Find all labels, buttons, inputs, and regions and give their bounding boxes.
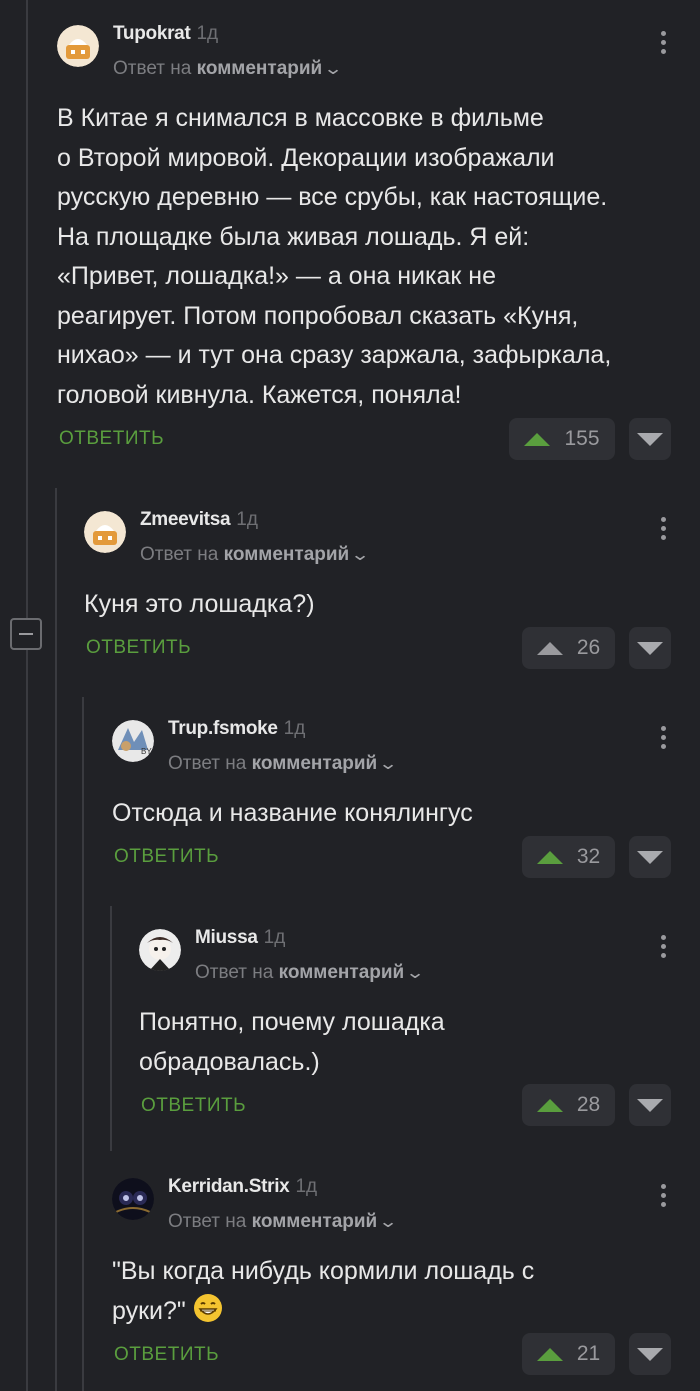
chevron-down-icon: ⌄ — [378, 754, 399, 773]
arrow-up-icon — [536, 1098, 563, 1112]
arrow-up-icon — [524, 432, 551, 446]
arrow-up-icon — [536, 850, 563, 864]
author-name[interactable]: Kerridan.Strix — [168, 1176, 290, 1197]
vote-count: 21 — [576, 1342, 601, 1365]
downvote-button[interactable] — [629, 418, 671, 460]
arrow-up-icon — [536, 1347, 563, 1361]
more-options-icon[interactable] — [661, 1184, 667, 1211]
more-options-icon[interactable] — [661, 517, 667, 544]
reply-button[interactable]: ОТВЕТИТЬ — [114, 1344, 219, 1366]
chevron-down-icon: ⌄ — [323, 59, 344, 78]
reply-to-link[interactable]: Ответ на комментарий⌄ — [195, 962, 426, 984]
avatar[interactable] — [84, 511, 126, 553]
vote-count: 32 — [576, 845, 601, 868]
author-name[interactable]: Tupokrat — [113, 23, 191, 44]
comment-time: 1д — [283, 718, 306, 739]
comment-time: 1д — [263, 927, 286, 948]
author-name[interactable]: Trup.fsmoke — [168, 718, 278, 739]
vote-count: 28 — [576, 1093, 601, 1116]
reply-button[interactable]: ОТВЕТИТЬ — [86, 637, 191, 659]
avatar[interactable] — [139, 929, 181, 971]
minus-icon — [19, 633, 33, 635]
reply-button[interactable]: ОТВЕТИТЬ — [59, 428, 164, 450]
more-options-icon[interactable] — [661, 31, 667, 58]
svg-text:BY: BY — [141, 747, 152, 756]
arrow-down-icon — [637, 1347, 663, 1361]
thread-line-level-2 — [55, 488, 57, 1391]
comment-text: Понятно, почему лошадка обрадовалась.) — [139, 1008, 445, 1076]
comment-time: 1д — [236, 509, 258, 530]
comment-text: В Китае я снимался в массовке в фильме о … — [57, 104, 612, 409]
upvote-button[interactable]: 32 — [522, 836, 615, 878]
thread-line-level-1 — [26, 0, 28, 1391]
comment-time: 1д — [295, 1176, 318, 1197]
reply-to-link[interactable]: Ответ на комментарий⌄ — [168, 1211, 399, 1233]
reply-to-link[interactable]: Ответ на комментарий⌄ — [113, 58, 344, 80]
reply-button[interactable]: ОТВЕТИТЬ — [114, 846, 219, 868]
thread-line-level-3 — [82, 697, 84, 1391]
more-options-icon[interactable] — [661, 935, 667, 962]
upvote-button[interactable]: 28 — [522, 1084, 615, 1126]
upvote-button[interactable]: 26 — [522, 627, 615, 669]
chevron-down-icon: ⌄ — [405, 963, 426, 982]
collapse-thread-button[interactable] — [10, 618, 42, 650]
downvote-button[interactable] — [629, 836, 671, 878]
more-options-icon[interactable] — [661, 726, 667, 753]
reply-to-link[interactable]: Ответ на комментарий⌄ — [168, 753, 399, 775]
author-name[interactable]: Miussa — [195, 927, 258, 948]
downvote-button[interactable] — [629, 1333, 671, 1375]
comment-text: Куня это лошадка?) — [84, 590, 315, 618]
downvote-button[interactable] — [629, 1084, 671, 1126]
avatar[interactable] — [57, 25, 99, 67]
arrow-down-icon — [637, 850, 663, 864]
chevron-down-icon: ⌄ — [350, 545, 371, 564]
arrow-up-icon — [536, 641, 563, 655]
arrow-down-icon — [637, 432, 663, 446]
thread-line-level-4 — [110, 906, 112, 1151]
reply-to-link[interactable]: Ответ на комментарий⌄ — [140, 544, 371, 566]
upvote-button[interactable]: 155 — [509, 418, 615, 460]
arrow-down-icon — [637, 641, 663, 655]
comment-text: Отсюда и название конялингус — [112, 799, 473, 827]
upvote-button[interactable]: 21 — [522, 1333, 615, 1375]
comment-time: 1д — [196, 23, 219, 44]
grinning-emoji-icon — [193, 1293, 223, 1336]
downvote-button[interactable] — [629, 627, 671, 669]
vote-count: 26 — [576, 636, 601, 659]
comment-text: "Вы когда нибудь кормили лошадь с руки?" — [112, 1252, 534, 1335]
avatar[interactable]: BY — [112, 720, 154, 762]
chevron-down-icon: ⌄ — [378, 1212, 399, 1231]
reply-button[interactable]: ОТВЕТИТЬ — [141, 1095, 246, 1117]
vote-count: 155 — [564, 427, 600, 450]
arrow-down-icon — [637, 1098, 663, 1112]
avatar[interactable] — [112, 1178, 154, 1220]
author-name[interactable]: Zmeevitsa — [140, 509, 231, 530]
